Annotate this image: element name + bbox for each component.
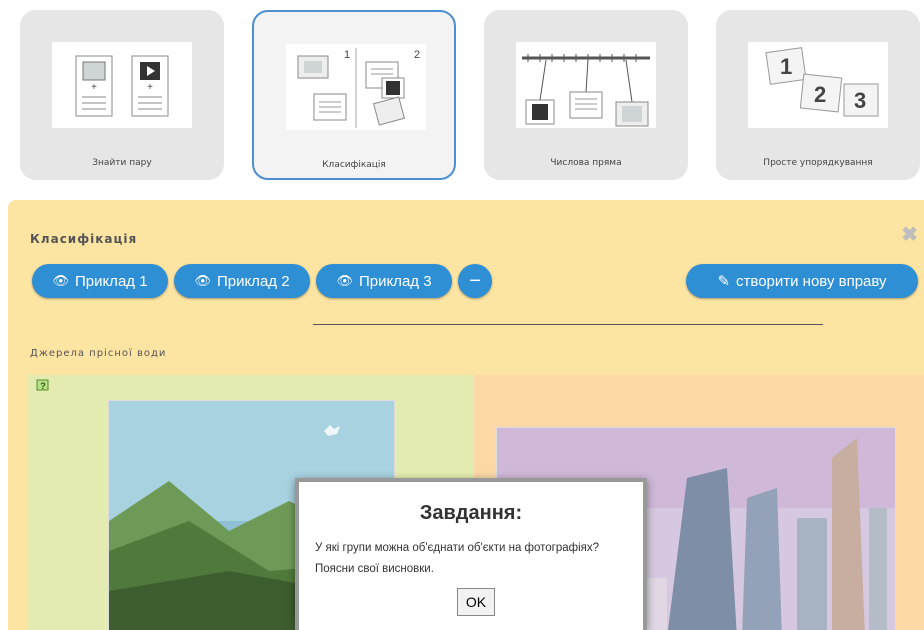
number-1: 1 <box>780 54 792 79</box>
svg-text:+: + <box>91 82 97 93</box>
eye-icon: 👁 <box>194 273 211 288</box>
svg-text:?: ? <box>40 381 46 391</box>
card-classification[interactable]: 1 2 Класифікація <box>252 10 456 180</box>
exercise-subtitle: Джерела прісної води <box>30 348 167 359</box>
svg-text:+: + <box>147 82 153 93</box>
task-dialog: Завдання: У які групи можна об'єднати об… <box>295 478 647 630</box>
pencil-icon: ✎ <box>717 273 731 290</box>
number-1: 1 <box>344 49 350 61</box>
number-3: 3 <box>854 88 866 113</box>
eye-icon: 👁 <box>336 273 353 288</box>
separator <box>313 324 823 325</box>
card-label: Знайти пару <box>92 158 152 168</box>
number-2: 2 <box>814 82 826 107</box>
example-2-button[interactable]: 👁 Приклад 2 <box>174 264 310 298</box>
card-simple-ordering[interactable]: 1 2 3 Просте упорядкування <box>716 10 920 180</box>
number-2: 2 <box>414 49 420 61</box>
example-1-button[interactable]: 👁 Приклад 1 <box>32 264 168 298</box>
minus-label: − <box>469 269 481 292</box>
card-number-line[interactable]: Числова пряма <box>484 10 688 180</box>
card-find-pair[interactable]: + + Знайти пару <box>20 10 224 180</box>
dialog-text: У які групи можна об'єднати об'єкти на ф… <box>315 542 600 575</box>
button-label: створити нову вправу <box>736 272 887 290</box>
button-label: Приклад 3 <box>358 272 432 290</box>
classification-thumbnail: 1 2 <box>286 44 426 130</box>
example-3-button[interactable]: 👁 Приклад 3 <box>316 264 452 298</box>
number-line-thumbnail <box>516 42 656 128</box>
button-label: Приклад 1 <box>74 272 148 290</box>
dialog-title: Завдання: <box>419 502 523 524</box>
find-pair-thumbnail: + + <box>52 42 192 128</box>
eye-icon: 👁 <box>52 273 69 288</box>
help-icon[interactable]: ? <box>36 379 50 393</box>
minus-button[interactable]: − <box>458 264 492 298</box>
ordering-thumbnail: 1 2 3 <box>748 42 888 128</box>
card-label: Класифікація <box>322 160 386 170</box>
exercise-type-list: + + Знайти пару 1 2 Класифікація Числова… <box>0 0 924 190</box>
ok-button[interactable]: OK <box>457 588 495 616</box>
close-icon[interactable]: ✖ <box>901 222 918 247</box>
panel-title: Класифікація <box>30 232 138 246</box>
button-label: Приклад 2 <box>216 272 290 290</box>
card-label: Числова пряма <box>550 158 622 168</box>
create-exercise-button[interactable]: ✎ створити нову вправу <box>686 264 918 298</box>
card-label: Просте упорядкування <box>763 158 873 168</box>
